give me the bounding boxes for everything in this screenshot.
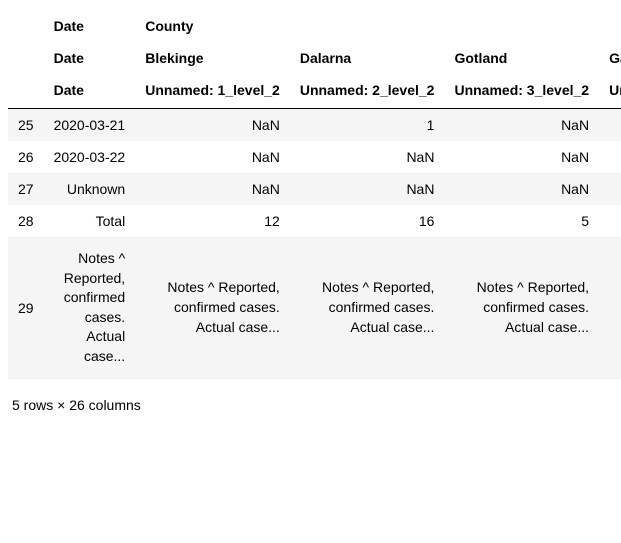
header-county: County [135,10,290,42]
row-index: 26 [8,141,44,173]
cell-date: 2020-03-21 [44,109,136,142]
table-row: 25 2020-03-21 NaN 1 NaN 3 [8,109,621,142]
cell-notes: Notes ^ Reported, confirmed cases. Actua… [44,237,136,379]
header-row-2: Date Unnamed: 1_level_2 Unnamed: 2_level… [8,74,621,109]
cell-value: NaN [444,173,599,205]
header-blank-2-0 [8,74,44,109]
header-blekinge: Blekinge [135,42,290,74]
dataframe-summary: 5 rows × 26 columns [8,397,621,413]
header-blank-0-5 [599,10,621,42]
cell-notes: Notes ^ Reported, confirmed cases. Actua… [135,237,290,379]
cell-value: NaN [290,141,445,173]
cell-value: 5 [444,205,599,237]
header-gavleborg: Gävleborg [599,42,621,74]
cell-value: 24 [599,205,621,237]
cell-value: NaN [135,141,290,173]
header-date-0: Date [44,10,136,42]
row-index: 25 [8,109,44,142]
cell-value: NaN [135,173,290,205]
cell-value: 3 [599,109,621,142]
header-unnamed-1: Unnamed: 1_level_2 [135,74,290,109]
table-row: 26 2020-03-22 NaN NaN NaN 4 [8,141,621,173]
header-date-2: Date [44,74,136,109]
header-row-1: Date Blekinge Dalarna Gotland Gävleborg … [8,42,621,74]
cell-value: NaN [444,109,599,142]
table-row: 27 Unknown NaN NaN NaN NaN [8,173,621,205]
header-blank-0-0 [8,10,44,42]
cell-value: 16 [290,205,445,237]
cell-date: Total [44,205,136,237]
row-index: 28 [8,205,44,237]
table-row: 29 Notes ^ Reported, confirmed cases. Ac… [8,237,621,379]
table-body: 25 2020-03-21 NaN 1 NaN 3 26 2020-03-22 … [8,109,621,379]
header-blank-0-3 [290,10,445,42]
header-unnamed-4: Unnamed: 4_level_2 [599,74,621,109]
row-index: 27 [8,173,44,205]
cell-date: Unknown [44,173,136,205]
cell-value: NaN [135,109,290,142]
cell-value: NaN [599,173,621,205]
cell-date: 2020-03-22 [44,141,136,173]
header-blank-0-4 [444,10,599,42]
header-date-1: Date [44,42,136,74]
header-blank-1-0 [8,42,44,74]
cell-value: 12 [135,205,290,237]
cell-value: NaN [444,141,599,173]
cell-value: NaN [290,173,445,205]
header-row-0: Date County [8,10,621,42]
cell-notes: Notes ^ Reported, confirmed cases. Actua… [599,237,621,379]
cell-notes: Notes ^ Reported, confirmed cases. Actua… [444,237,599,379]
cell-notes: Notes ^ Reported, confirmed cases. Actua… [290,237,445,379]
header-gotland: Gotland [444,42,599,74]
table-row: 28 Total 12 16 5 24 [8,205,621,237]
header-dalarna: Dalarna [290,42,445,74]
row-index: 29 [8,237,44,379]
cell-value: 4 [599,141,621,173]
header-unnamed-3: Unnamed: 3_level_2 [444,74,599,109]
cell-value: 1 [290,109,445,142]
dataframe-table: Date County Date Blekinge Dalarna Gotlan… [8,10,621,379]
header-unnamed-2: Unnamed: 2_level_2 [290,74,445,109]
